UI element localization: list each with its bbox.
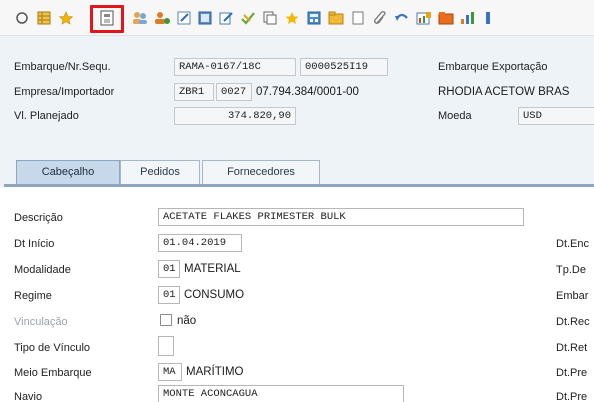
vinculacao-checkbox[interactable]: [160, 314, 172, 326]
users-icon[interactable]: [132, 10, 148, 26]
dt-inicio-label: Dt Início: [14, 238, 55, 250]
right-label-dt-rec: Dt.Rec: [556, 316, 590, 328]
vl-planejado-field[interactable]: 374.820,90: [174, 107, 296, 125]
navio-field[interactable]: MONTE ACONCAGUA: [158, 385, 404, 402]
right-label-dt-ret: Dt.Ret: [556, 342, 588, 354]
selection-highlight: [90, 5, 124, 33]
copy-icon[interactable]: [262, 10, 278, 26]
right-label-dt-pre-2: Dt.Pre: [556, 391, 588, 402]
application-toolbar: [0, 0, 594, 36]
info-icon[interactable]: [480, 10, 496, 26]
rhodia-text: RHODIA ACETOW BRAS: [438, 86, 570, 98]
meio-embarque-label: Meio Embarque: [14, 367, 92, 379]
tab-fornecedores[interactable]: Fornecedores: [202, 160, 320, 184]
meio-code-field[interactable]: MA: [158, 363, 182, 381]
document-icon[interactable]: [197, 10, 213, 26]
folder-open-icon[interactable]: [438, 10, 454, 26]
chart-icon[interactable]: [460, 10, 476, 26]
tipo-vinculo-field[interactable]: [158, 336, 174, 356]
empresa-cnpj: 07.794.384/0001-00: [256, 86, 359, 98]
tab-cabecalho[interactable]: Cabeçalho: [16, 160, 120, 184]
favorite-icon[interactable]: [284, 10, 300, 26]
regime-label: Regime: [14, 290, 52, 302]
chart-edit-icon[interactable]: [416, 10, 432, 26]
vinculacao-text: não: [177, 315, 197, 327]
folder-icon[interactable]: [328, 10, 344, 26]
empresa-label: Empresa/Importador: [14, 86, 115, 98]
descricao-field[interactable]: ACETATE FLAKES PRIMESTER BULK: [158, 208, 524, 226]
meio-text: MARÍTIMO: [186, 366, 244, 378]
calculator-icon[interactable]: [306, 10, 322, 26]
sequencia-field[interactable]: 0000525I19: [300, 58, 388, 76]
regime-text: CONSUMO: [184, 289, 245, 301]
undo-icon[interactable]: [394, 10, 410, 26]
modalidade-label: Modalidade: [14, 264, 71, 276]
circle-icon[interactable]: [14, 10, 30, 26]
tab-pedidos[interactable]: Pedidos: [120, 160, 200, 184]
moeda-label: Moeda: [438, 110, 472, 122]
dt-inicio-field[interactable]: 01.04.2019: [158, 234, 242, 252]
right-label-dt-enc: Dt.Enc: [556, 238, 590, 250]
edit-doc-icon[interactable]: [218, 10, 234, 26]
empresa-num-field[interactable]: 0027: [216, 83, 252, 101]
navio-label: Navio: [14, 391, 43, 402]
vl-planejado-label: Vl. Planejado: [14, 110, 79, 122]
edit-icon[interactable]: [176, 10, 192, 26]
embarque-field[interactable]: RAMA-0167/18C: [174, 58, 296, 76]
descricao-label: Descrição: [14, 212, 63, 224]
empresa-code-field[interactable]: ZBR1: [174, 83, 214, 101]
embarque-label: Embarque/Nr.Sequ.: [14, 61, 111, 73]
modalidade-code-field[interactable]: 01: [158, 260, 180, 278]
right-label-dt-pre-1: Dt.Pre: [556, 367, 588, 379]
moeda-field[interactable]: USD: [518, 107, 594, 125]
vinculacao-label: Vinculação: [14, 316, 68, 328]
check-icon[interactable]: [240, 10, 256, 26]
regime-code-field[interactable]: 01: [158, 286, 180, 304]
right-label-tp-de: Tp.De: [556, 264, 586, 276]
modalidade-text: MATERIAL: [184, 263, 241, 275]
right-label-embar: Embar: [556, 290, 589, 302]
page-icon[interactable]: [350, 10, 366, 26]
star-icon[interactable]: [58, 10, 74, 26]
tipo-vinculo-label: Tipo de Vínculo: [14, 342, 91, 354]
attach-icon[interactable]: [372, 10, 388, 26]
person-add-icon[interactable]: [154, 10, 170, 26]
grid-icon[interactable]: [36, 10, 52, 26]
embarque-exportacao-label: Embarque Exportação: [438, 61, 548, 73]
